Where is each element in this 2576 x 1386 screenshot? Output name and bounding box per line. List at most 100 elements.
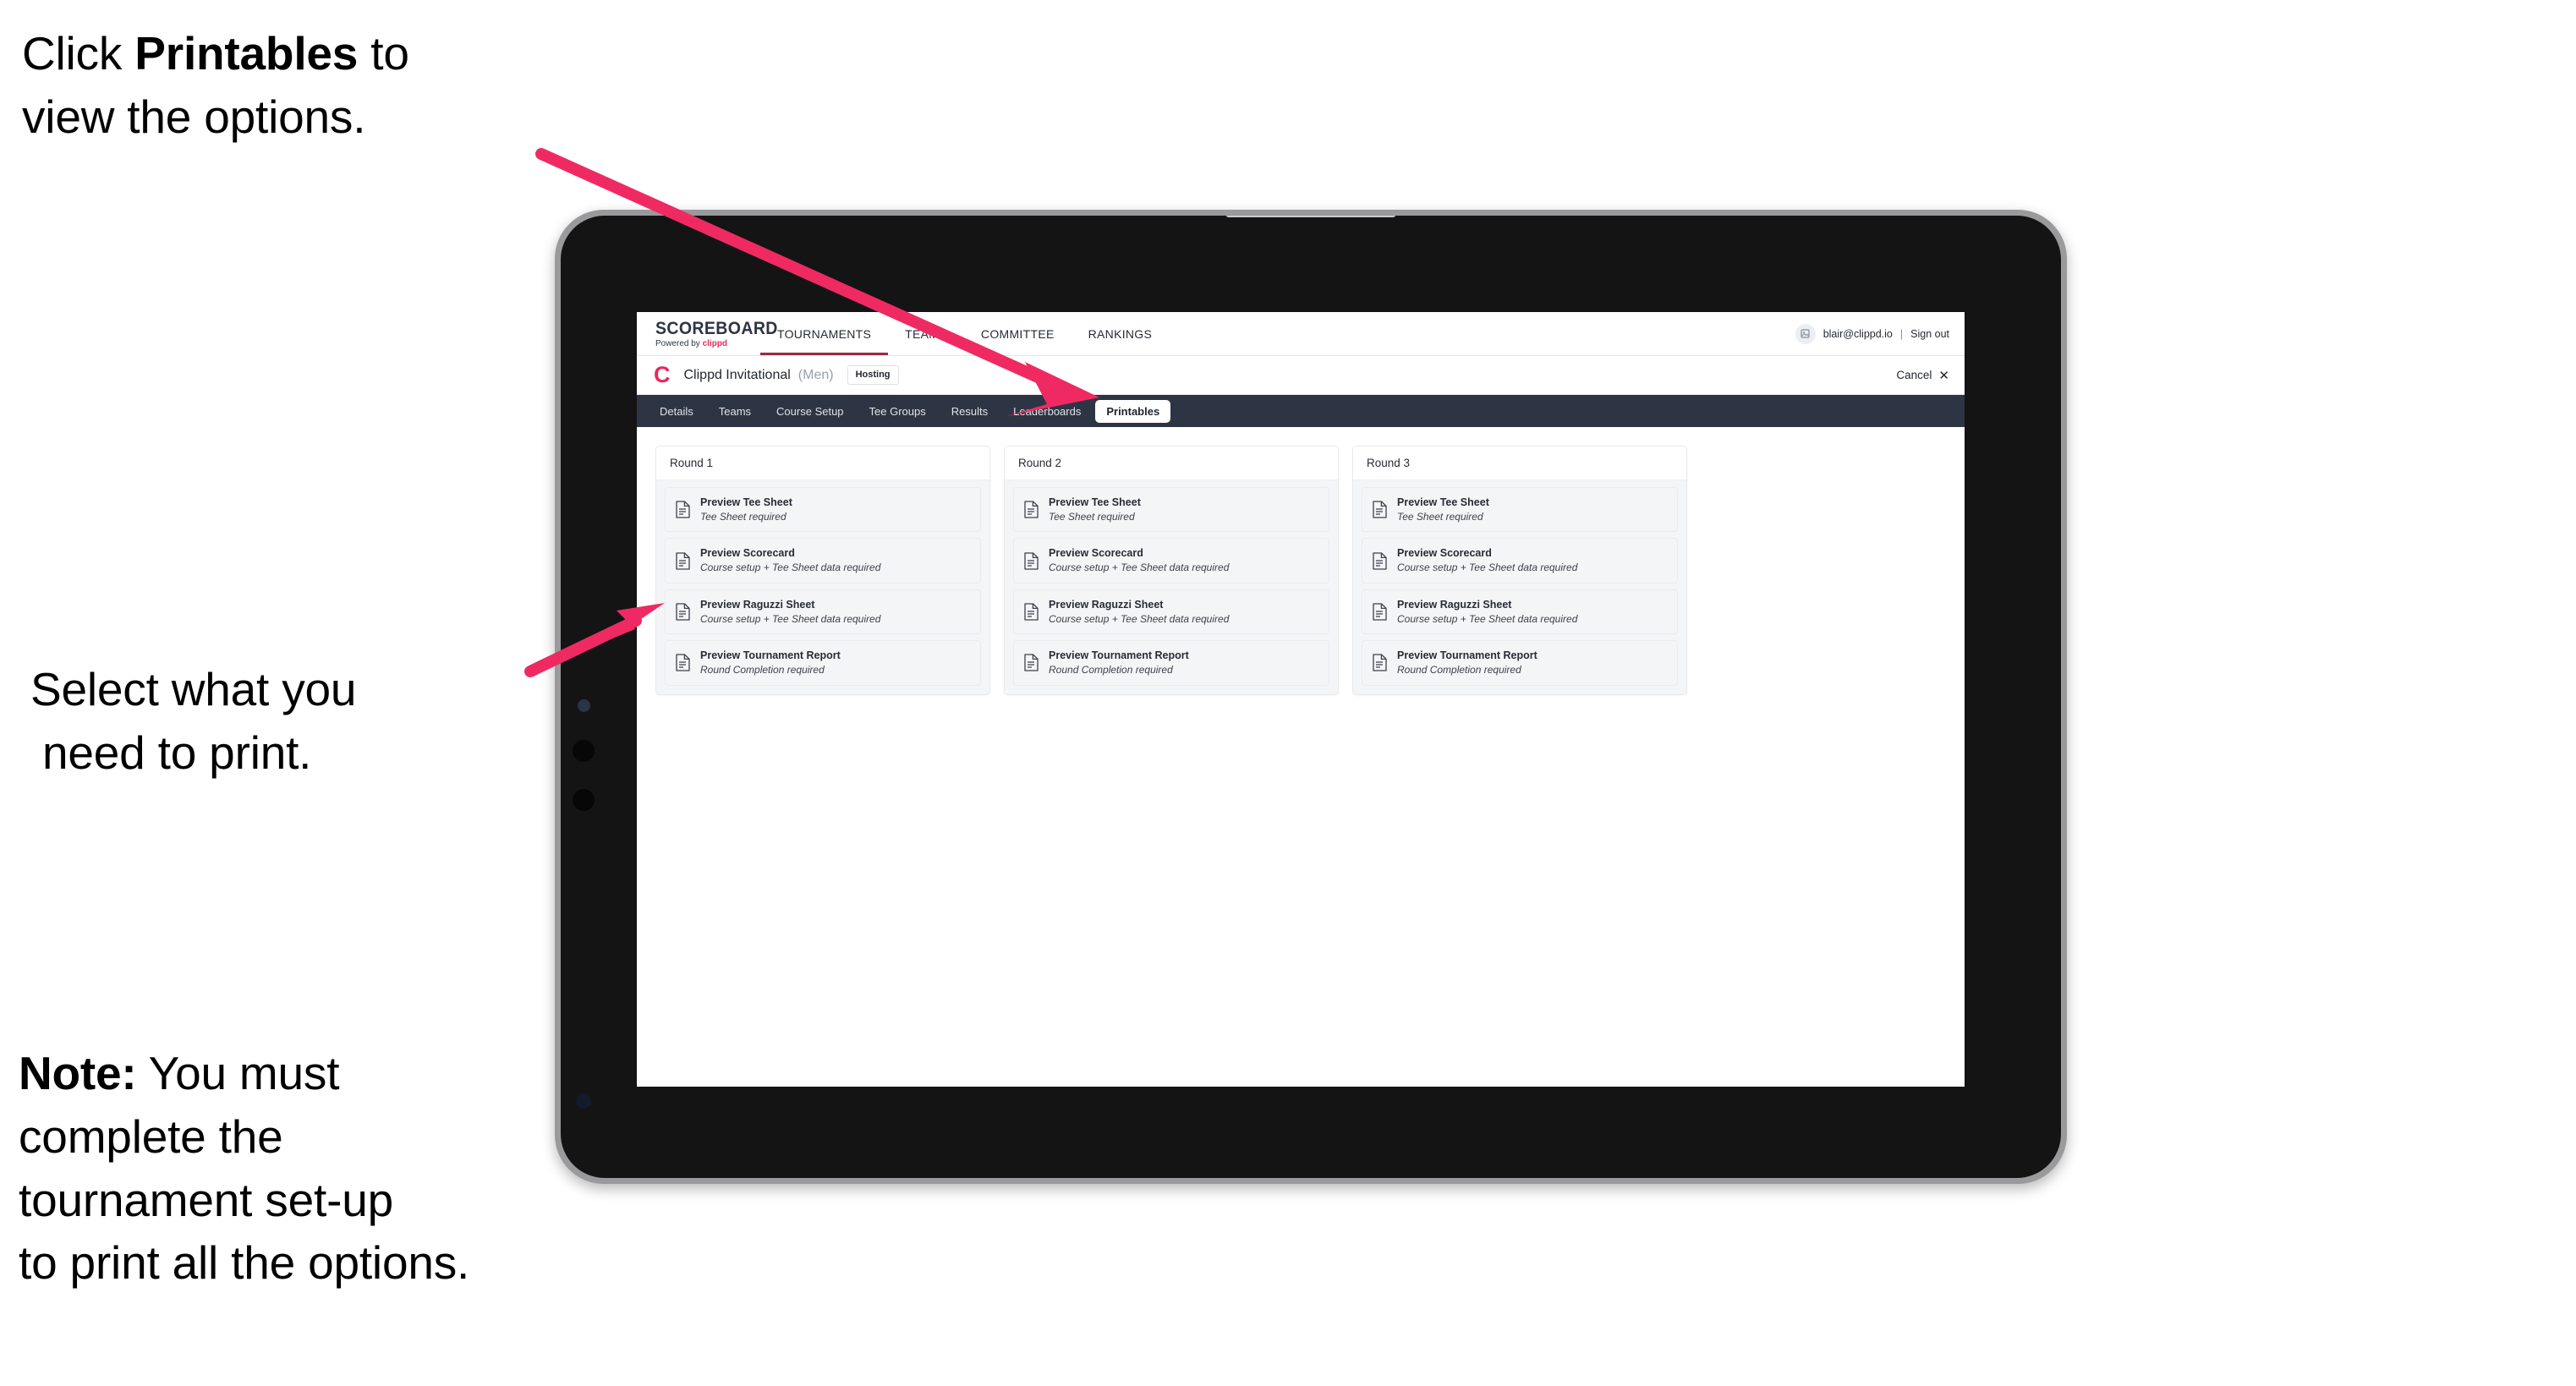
tournament-name: Clippd Invitational (683, 367, 791, 382)
separator: | (1899, 327, 1904, 340)
round-title: Round 1 (656, 446, 989, 480)
tab-label-course-setup: Course Setup (776, 404, 844, 418)
tablet-speaker (1226, 216, 1395, 217)
printable-title: Preview Tee Sheet (1049, 496, 1141, 508)
tab-course-setup[interactable]: Course Setup (765, 400, 855, 423)
annotation-top-bold: Printables (134, 27, 359, 79)
document-icon (1373, 551, 1387, 570)
tablet-button-one[interactable] (573, 740, 595, 762)
avatar[interactable] (1795, 323, 1816, 344)
round-column: Round 1 Preview Tee Sheet Tee Sheet requ… (655, 446, 990, 695)
tab-label-details: Details (660, 404, 693, 418)
printable-requirement: Course setup + Tee Sheet data required (1049, 612, 1230, 625)
printable-requirement: Tee Sheet required (1049, 511, 1135, 523)
document-icon (1024, 654, 1039, 672)
tab-label-printables: Printables (1106, 404, 1160, 418)
document-icon (1024, 551, 1039, 570)
annotation-select-print: Select what you need to print. (30, 658, 572, 785)
printable-item[interactable]: Preview Raguzzi Sheet Course setup + Tee… (1013, 589, 1329, 635)
top-navigation-bar: SCOREBOARD Powered by clippd TOURNAMENTS… (637, 312, 1965, 356)
document-icon (1373, 654, 1387, 672)
printable-requirement: Tee Sheet required (1397, 511, 1483, 523)
printable-title: Preview Tournament Report (1397, 649, 1537, 662)
printable-item[interactable]: Preview Tournament Report Round Completi… (1013, 640, 1329, 686)
tab-label-tee-groups: Tee Groups (869, 404, 926, 418)
tablet-bezel: SCOREBOARD Powered by clippd TOURNAMENTS… (561, 216, 2061, 1178)
hosting-badge: Hosting (847, 365, 899, 385)
printable-item[interactable]: Preview Tee Sheet Tee Sheet required (1013, 487, 1329, 533)
printable-title: Preview Tee Sheet (1397, 496, 1489, 508)
tablet-camera-icon (578, 699, 590, 712)
tab-tee-groups[interactable]: Tee Groups (858, 400, 937, 423)
annotation-mid-line2: need to print. (42, 726, 312, 779)
round-column: Round 2 Preview Tee Sheet Tee Sheet requ… (1004, 446, 1339, 695)
printable-title: Preview Tournament Report (1049, 649, 1189, 662)
printable-item[interactable]: Preview Tee Sheet Tee Sheet required (665, 487, 981, 533)
document-icon (1024, 603, 1039, 621)
printable-requirement: Course setup + Tee Sheet data required (700, 612, 881, 625)
tablet-device-frame: SCOREBOARD Powered by clippd TOURNAMENTS… (555, 210, 2067, 1184)
tab-printables[interactable]: Printables (1095, 399, 1171, 423)
tab-strip: Details Teams Course Setup Tee Groups Re… (637, 395, 1965, 427)
nav-item-committee[interactable]: COMMITTEE (964, 312, 1072, 355)
clippd-logo-icon: C (654, 362, 671, 387)
printable-item[interactable]: Preview Scorecard Course setup + Tee She… (1013, 538, 1329, 583)
printable-item[interactable]: Preview Tournament Report Round Completi… (665, 640, 981, 686)
printable-title: Preview Raguzzi Sheet (1397, 598, 1512, 611)
tab-leaderboards[interactable]: Leaderboards (1002, 400, 1092, 423)
tab-label-teams: Teams (718, 404, 752, 418)
round-items: Preview Tee Sheet Tee Sheet required Pre… (1353, 480, 1686, 694)
cancel-label: Cancel (1896, 369, 1932, 381)
round-column: Round 3 Preview Tee Sheet Tee Sheet requ… (1352, 446, 1687, 695)
printable-item[interactable]: Preview Tournament Report Round Completi… (1362, 640, 1678, 686)
printable-title: Preview Scorecard (700, 547, 795, 560)
printable-item[interactable]: Preview Raguzzi Sheet Course setup + Tee… (1362, 589, 1678, 635)
nav-item-teams[interactable]: TEAMS (888, 312, 964, 355)
annotation-note-bold: Note: (19, 1047, 137, 1099)
printable-requirement: Tee Sheet required (700, 511, 787, 523)
nav-label-tournaments: TOURNAMENTS (777, 326, 872, 341)
user-area: blair@clippd.io | Sign out (1795, 312, 1965, 355)
rounds-grid: Round 1 Preview Tee Sheet Tee Sheet requ… (637, 427, 1965, 695)
brand-subtitle: Powered by clippd (655, 339, 760, 348)
tournament-gender: (Men) (797, 367, 834, 382)
annotation-top-line2: view the options. (22, 90, 366, 143)
tab-label-results: Results (951, 404, 989, 418)
printable-item[interactable]: Preview Scorecard Course setup + Tee She… (1362, 538, 1678, 583)
printable-item[interactable]: Preview Tee Sheet Tee Sheet required (1362, 487, 1678, 533)
round-items: Preview Tee Sheet Tee Sheet required Pre… (656, 480, 989, 694)
document-icon (676, 501, 690, 518)
printable-requirement: Round Completion required (1397, 664, 1521, 677)
tab-details[interactable]: Details (649, 400, 704, 423)
annotation-mid-line1: Select what you (30, 663, 357, 715)
tab-teams[interactable]: Teams (708, 400, 762, 423)
app-screen: SCOREBOARD Powered by clippd TOURNAMENTS… (637, 312, 1965, 1087)
printable-title: Preview Tee Sheet (700, 496, 792, 508)
tournament-header-bar: C Clippd Invitational (Men) Hosting Canc… (637, 356, 1965, 395)
document-icon (1373, 501, 1387, 518)
document-icon (676, 603, 690, 621)
printable-item[interactable]: Preview Scorecard Course setup + Tee She… (665, 538, 981, 583)
sign-out-link[interactable]: Sign out (1910, 328, 1949, 340)
cancel-button[interactable]: Cancel ✕ (1896, 368, 1949, 383)
nav-item-rankings[interactable]: RANKINGS (1072, 312, 1170, 355)
scoreboard-logo[interactable]: SCOREBOARD Powered by clippd (637, 312, 777, 355)
tablet-sensor-icon (576, 1093, 591, 1109)
printable-title: Preview Raguzzi Sheet (700, 598, 815, 611)
user-avatar-icon (1800, 329, 1810, 338)
document-icon (1024, 501, 1039, 518)
tablet-button-two[interactable] (573, 789, 595, 811)
nav-item-tournaments[interactable]: TOURNAMENTS (760, 312, 889, 355)
tab-label-leaderboards: Leaderboards (1013, 404, 1082, 418)
printable-requirement: Course setup + Tee Sheet data required (700, 562, 881, 574)
annotation-note-line4: to print all the options. (19, 1236, 470, 1290)
printable-title: Preview Scorecard (1049, 547, 1143, 560)
printable-title: Preview Scorecard (1397, 547, 1492, 560)
printable-item[interactable]: Preview Raguzzi Sheet Course setup + Tee… (665, 589, 981, 635)
printable-requirement: Round Completion required (1049, 664, 1173, 677)
nav-label-committee: COMMITTEE (980, 326, 1055, 341)
printable-requirement: Course setup + Tee Sheet data required (1397, 562, 1578, 574)
printable-requirement: Course setup + Tee Sheet data required (1049, 562, 1230, 574)
nav-label-teams: TEAMS (905, 326, 947, 341)
tab-results[interactable]: Results (940, 400, 999, 423)
